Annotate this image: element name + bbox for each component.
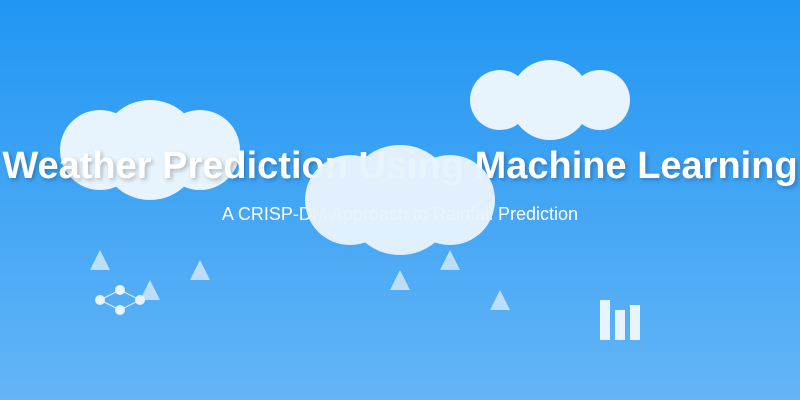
title-slide: Weather Prediction Using Machine Learnin… [0, 0, 800, 400]
cloud-icon [305, 145, 495, 255]
foreground-cloud [305, 145, 495, 255]
